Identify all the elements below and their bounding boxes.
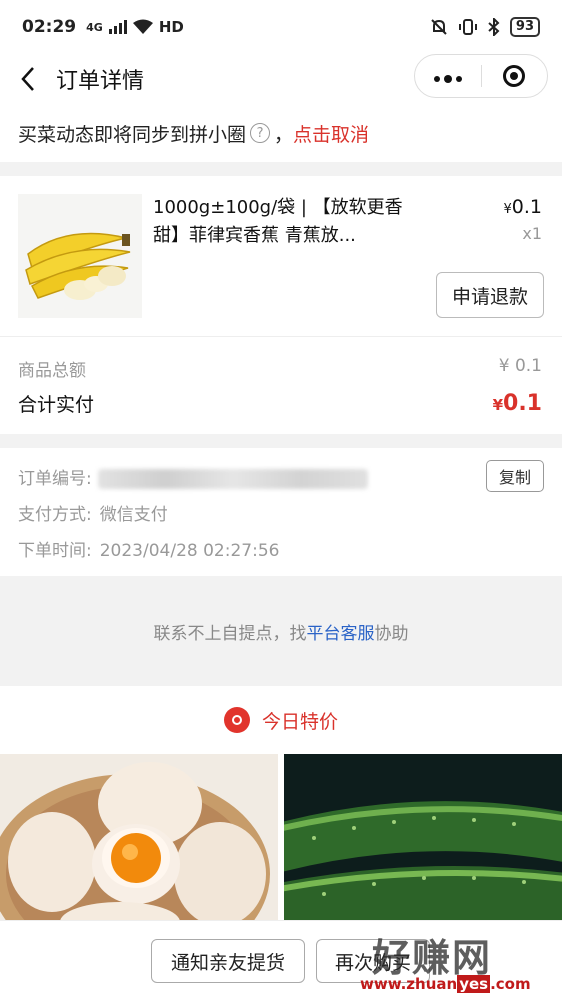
copy-order-number-button[interactable]: 复制: [486, 460, 544, 492]
cucumber-image: [284, 754, 562, 920]
product-quantity: x1: [522, 224, 542, 243]
contact-suffix: 协助: [374, 623, 409, 644]
subtotal-row: 商品总额 ¥ 0.1: [18, 356, 542, 381]
mute-bell-icon: [431, 19, 447, 35]
specials-title: 今日特价: [261, 710, 338, 733]
battery-indicator: 93: [509, 17, 540, 37]
notice-text: 买菜动态即将同步到拼小圈: [18, 123, 247, 146]
more-button[interactable]: [415, 64, 481, 89]
more-dots-icon: [433, 74, 462, 83]
payment-value: 微信支付: [99, 505, 168, 525]
total-label: 合计实付: [18, 394, 95, 416]
hd-label: HD: [158, 18, 184, 36]
back-button[interactable]: [0, 66, 56, 92]
daily-specials-header: 今日特价: [0, 686, 562, 754]
product-price: ¥0.1: [504, 196, 543, 218]
order-number-redacted: [97, 469, 368, 489]
divider: [0, 336, 562, 337]
wifi-icon: [132, 19, 153, 34]
subtotal-value: ¥ 0.1: [498, 356, 542, 376]
sync-notice: 买菜动态即将同步到拼小圈 ? ， 点击取消: [0, 104, 562, 162]
order-number-label: 订单编号:: [18, 469, 92, 489]
status-time: 02:29: [22, 17, 77, 37]
notify-pickup-button[interactable]: 通知亲友提货: [151, 939, 305, 983]
request-refund-button[interactable]: 申请退款: [436, 272, 544, 318]
order-product-card: 1000g±100g/袋 | 【放软更香甜】菲律宾香蕉 青蕉放... ¥0.1 …: [0, 176, 562, 434]
mini-program-capsule: [414, 54, 548, 98]
total-amount: ¥0.1: [493, 391, 542, 416]
network-label: 4G: [86, 20, 103, 34]
product-image[interactable]: [18, 194, 142, 318]
bottom-action-bar: 通知亲友提货 再次购买 好赚网 www.zhuan yes .com: [0, 920, 562, 1000]
cancel-sync-link[interactable]: 点击取消: [293, 120, 369, 147]
total-row: 合计实付 ¥0.1: [18, 390, 542, 417]
order-number-row: 订单编号:: [18, 464, 368, 489]
eggs-image: [0, 754, 278, 920]
order-time-value: 2023/04/28 02:27:56: [99, 541, 280, 561]
order-info-section: 订单编号: 复制 支付方式: 微信支付 下单时间: 2023/04/28 02:27…: [0, 448, 562, 576]
total-value: 0.1: [503, 391, 542, 416]
notice-comma: ，: [274, 123, 294, 146]
price-symbol: ¥: [503, 202, 512, 217]
total-symbol: ¥: [492, 396, 504, 414]
order-time-label: 下单时间:: [18, 541, 92, 561]
price-tag-icon: [223, 707, 250, 733]
status-right: 93: [430, 17, 540, 37]
product-tile-cucumber[interactable]: [284, 754, 562, 920]
product-tile-eggs[interactable]: [0, 754, 278, 920]
price-value: 0.1: [511, 196, 542, 218]
product-name[interactable]: 1000g±100g/袋 | 【放软更香甜】菲律宾香蕉 青蕉放...: [153, 194, 413, 250]
signal-bars-icon: [108, 20, 127, 34]
buy-again-button[interactable]: 再次购买: [316, 939, 430, 983]
chevron-left-icon: [21, 67, 34, 91]
contact-support-row: 联系不上自提点，找 平台客服 协助: [0, 576, 562, 686]
banana-image: [18, 194, 142, 318]
contact-prefix: 联系不上自提点，找: [153, 623, 307, 644]
close-mini-program-button[interactable]: [482, 65, 548, 87]
signal-group: 4G HD: [86, 18, 184, 36]
vibrate-icon: [458, 19, 477, 35]
payment-label: 支付方式:: [18, 505, 92, 525]
help-icon[interactable]: ?: [250, 123, 271, 143]
nav-bar: 订单详情: [0, 54, 562, 104]
bluetooth-icon: [488, 18, 500, 36]
page-title: 订单详情: [56, 69, 145, 94]
platform-support-link[interactable]: 平台客服: [307, 619, 375, 644]
target-close-icon: [503, 65, 526, 87]
order-time-row: 下单时间: 2023/04/28 02:27:56: [18, 536, 279, 561]
status-bar: 02:29 4G HD 93: [0, 0, 562, 54]
payment-method-row: 支付方式: 微信支付: [18, 500, 168, 525]
subtotal-label: 商品总额: [18, 361, 86, 381]
specials-product-grid: [0, 754, 562, 920]
